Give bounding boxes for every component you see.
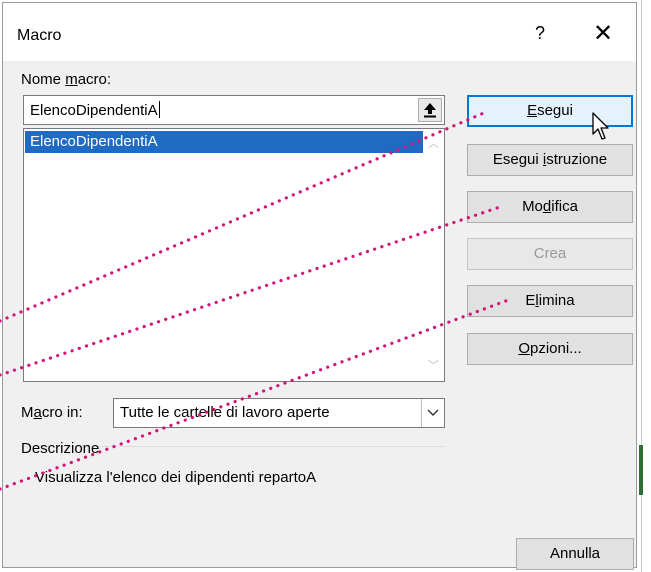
description-text: Visualizza l'elenco dei dipendenti repar…: [35, 469, 317, 486]
collapse-upload-button[interactable]: [418, 98, 442, 122]
macro-name-label: Nome macro:: [21, 71, 112, 88]
dialog-title: Macro: [17, 27, 62, 44]
title-bar: Macro ? ✕: [3, 3, 636, 61]
scroll-up-icon[interactable]: ︿: [428, 135, 439, 151]
macro-list[interactable]: ElencoDipendentiA ︿ ﹀: [23, 128, 445, 382]
help-button[interactable]: ?: [528, 23, 552, 49]
edit-button[interactable]: Modifica: [467, 191, 633, 223]
chevron-down-icon[interactable]: [421, 399, 444, 427]
mouse-cursor-icon: [592, 112, 609, 140]
macro-in-select[interactable]: Tutte le cartelle di lavoro aperte: [113, 398, 445, 428]
create-button[interactable]: Crea: [467, 238, 633, 270]
scroll-down-icon[interactable]: ﹀: [428, 357, 439, 373]
macro-dialog: Macro ? ✕ Nome macro: ElencoDipendentiA …: [2, 2, 637, 570]
delete-button[interactable]: Elimina: [467, 285, 633, 317]
list-scrollbar[interactable]: ︿ ﹀: [424, 129, 444, 381]
upload-arrow-icon: [424, 103, 436, 118]
options-button[interactable]: Opzioni...: [467, 333, 633, 365]
background-cell-mark: [639, 445, 643, 495]
text-caret: [158, 101, 160, 118]
description-label: Descrizione: [21, 440, 100, 457]
macro-in-value: Tutte le cartelle di lavoro aperte: [120, 404, 330, 421]
background-window-edge: [637, 0, 651, 572]
close-button[interactable]: ✕: [588, 19, 618, 49]
macro-in-label: Macro in:: [21, 404, 83, 421]
list-item[interactable]: ElencoDipendentiA: [25, 131, 423, 153]
macro-name-input[interactable]: ElencoDipendentiA: [23, 95, 445, 125]
macro-name-value: ElencoDipendentiA: [30, 102, 158, 119]
cancel-button[interactable]: Annulla: [516, 538, 634, 570]
step-into-button[interactable]: Esegui istruzione: [467, 144, 633, 176]
